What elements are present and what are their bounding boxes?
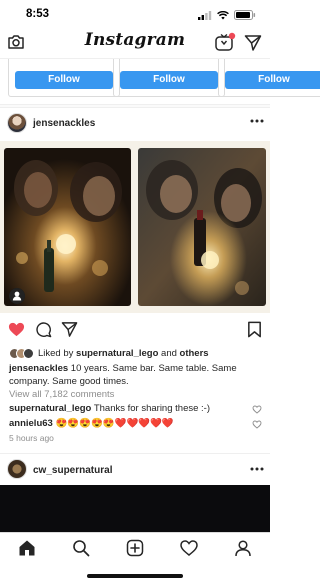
follow-button[interactable]: Follow (15, 71, 113, 89)
heart-outline-icon[interactable] (180, 539, 198, 557)
post-username[interactable]: jensenackles (33, 118, 95, 129)
suggested-card: Follow (218, 59, 320, 97)
heart-outline-icon[interactable] (252, 405, 262, 414)
caption-username[interactable]: jensenackles (9, 363, 68, 374)
share-icon[interactable] (61, 321, 78, 338)
igtv-icon[interactable] (214, 32, 236, 52)
top-nav: Instagram (0, 28, 270, 58)
follow-button[interactable]: Follow (120, 71, 218, 89)
likes-text: Liked by supernatural_lego and others (38, 348, 209, 359)
suggested-accounts-strip[interactable]: Follow Follow Follow (0, 58, 320, 104)
bookmark-icon[interactable] (246, 321, 263, 338)
comment-row: annielu63 😍😍😍😍😍❤️❤️❤️❤️❤️ (9, 418, 264, 429)
divider (0, 104, 270, 108)
liked-by-prefix: Liked by (38, 347, 77, 359)
avatar[interactable] (7, 459, 27, 479)
post-image[interactable] (0, 485, 270, 533)
status-icons (198, 10, 256, 20)
suggested-card: Follow (8, 59, 120, 97)
post-image[interactable] (0, 141, 270, 313)
plus-square-icon[interactable] (126, 539, 144, 557)
more-dots-icon[interactable] (250, 466, 264, 472)
profile-icon[interactable] (234, 539, 252, 557)
comment-username[interactable]: supernatural_lego (9, 403, 91, 414)
suggested-card: Follow (113, 59, 225, 97)
post-username[interactable]: cw_supernatural (33, 465, 112, 476)
comment-icon[interactable] (35, 321, 52, 338)
status-time: 8:53 (26, 8, 50, 20)
comment-text: 😍😍😍😍😍❤️❤️❤️❤️❤️ (52, 418, 174, 429)
search-icon[interactable] (72, 539, 90, 557)
comment-username[interactable]: annielu63 (9, 418, 53, 429)
status-bar: 8:53 (0, 0, 270, 28)
post-caption: jensenackles 10 years. Same bar. Same ta… (9, 362, 254, 388)
liked-by-others[interactable]: others (180, 348, 209, 359)
wifi-icon (217, 10, 229, 19)
photo-left (4, 148, 131, 306)
post-timestamp: 5 hours ago (9, 433, 54, 443)
liker-avatar (23, 347, 34, 359)
comment-row: supernatural_lego Thanks for sharing the… (9, 403, 264, 414)
more-dots-icon[interactable] (250, 118, 264, 124)
comment-text: Thanks for sharing these :-) (91, 403, 210, 414)
avatar[interactable] (7, 113, 27, 133)
home-indicator (87, 574, 183, 578)
likes-summary[interactable]: Liked by supernatural_lego and others (9, 346, 264, 360)
view-comments-link[interactable]: View all 7,182 comments (9, 389, 114, 400)
liked-by-and: and (158, 347, 180, 359)
signal-icon (198, 10, 212, 20)
user-tag-icon[interactable] (9, 288, 25, 304)
photo-dark (0, 485, 270, 533)
liked-by-user[interactable]: supernatural_lego (76, 348, 158, 359)
battery-icon (234, 10, 256, 20)
post-actions (0, 318, 270, 342)
post-header: cw_supernatural (0, 453, 270, 483)
heart-icon[interactable] (8, 321, 25, 338)
follow-button[interactable]: Follow (225, 71, 320, 89)
heart-outline-icon[interactable] (252, 420, 262, 429)
photo-right (138, 148, 266, 306)
home-icon[interactable] (18, 539, 36, 557)
paper-plane-icon[interactable] (244, 34, 262, 52)
